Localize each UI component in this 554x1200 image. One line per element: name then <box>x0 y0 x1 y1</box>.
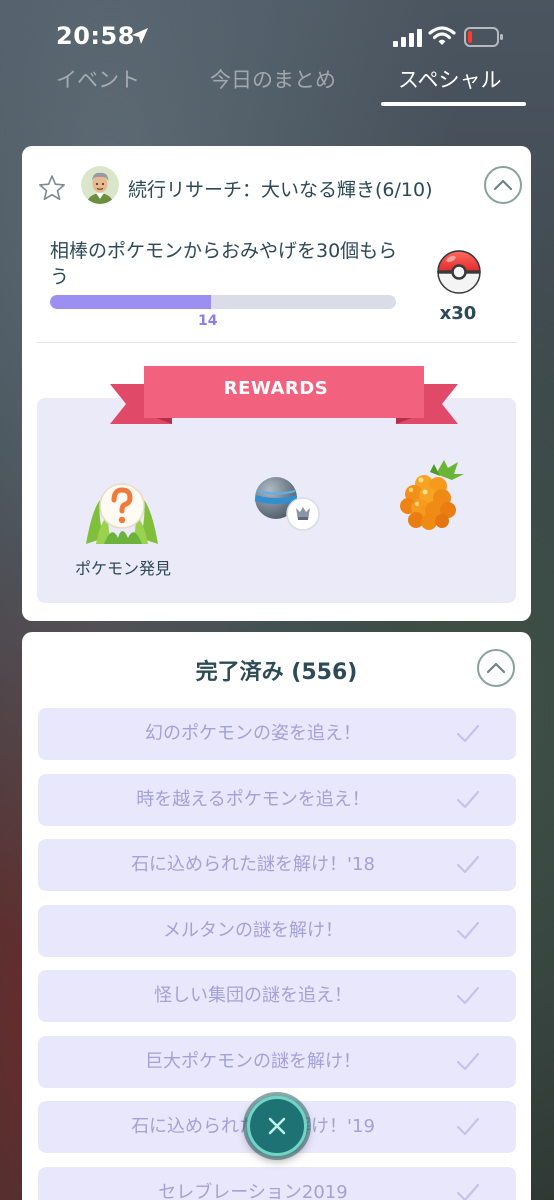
completed-research-label: メルタンの謎を解け！ <box>163 919 343 941</box>
chevron-up-icon <box>486 662 506 674</box>
rewards-banner-label: REWARDS <box>223 378 329 399</box>
great-ball-icon <box>254 477 320 531</box>
task-progress-bar <box>50 295 396 309</box>
tab-events[interactable]: イベント <box>56 64 140 94</box>
tab-today-summary[interactable]: 今日のまとめ <box>210 64 336 94</box>
checkmark-icon <box>456 724 480 743</box>
completed-research-item[interactable]: 巨大ポケモンの謎を解け！ <box>38 1035 516 1088</box>
checkmark-icon <box>456 1117 480 1136</box>
golden-razz-berry-icon <box>400 460 464 530</box>
cellular-signal-icon <box>393 29 422 47</box>
collapse-research-button[interactable] <box>484 166 522 204</box>
checkmark-icon <box>456 1183 480 1200</box>
completed-research-item[interactable]: 石に込められた謎を解け！'18 <box>38 839 516 891</box>
tab-bar: イベント 今日のまとめ スペシャル <box>0 58 554 108</box>
wifi-icon <box>428 26 456 45</box>
completed-research-label: 石に込められた謎を解け！'18 <box>131 854 375 875</box>
task-description: 相棒のポケモンからおみやげを30個もらう <box>50 240 398 288</box>
completed-research-item[interactable]: セレブレーション2019 <box>38 1166 516 1200</box>
task-reward-quantity: x30 <box>439 303 477 324</box>
checkmark-icon <box>456 790 480 808</box>
collapse-completed-button[interactable] <box>477 649 515 687</box>
status-bar: 20:58 <box>0 0 554 62</box>
completed-research-label: 怪しい集団の謎を追え！ <box>154 985 352 1006</box>
completed-research-item[interactable]: メルタンの謎を解け！ <box>38 904 516 957</box>
mystery-pokemon-encounter-icon <box>86 483 158 544</box>
reward-1-label: ポケモン発見 <box>74 559 171 578</box>
completed-title: 完了済み (556) <box>195 660 358 685</box>
close-icon <box>268 1117 286 1135</box>
research-title: 続行リサーチ：大いなる輝き(6/10) <box>128 179 433 201</box>
completed-research-label: セレブレーション2019 <box>158 1181 348 1200</box>
professor-avatar <box>81 166 119 204</box>
completed-research-item[interactable]: 怪しい集団の謎を追え！ <box>38 970 516 1022</box>
completed-research-label: 巨大ポケモンの謎を解け！ <box>145 1050 361 1072</box>
battery-low-icon <box>464 27 503 47</box>
checkmark-icon <box>456 921 480 939</box>
checkmark-icon <box>456 855 480 874</box>
task-progress-fill <box>50 295 212 309</box>
divider <box>36 342 517 343</box>
completed-research-item[interactable]: 時を越えるポケモンを追え！ <box>38 773 516 826</box>
completed-research-label: 幻のポケモンの姿を追え！ <box>145 723 361 744</box>
tab-special[interactable]: スペシャル <box>398 64 502 94</box>
chevron-up-icon <box>493 179 513 191</box>
completed-research-item[interactable]: 幻のポケモンの姿を追え！ <box>38 708 516 760</box>
poke-ball-icon <box>437 250 481 294</box>
special-research-card: 続行リサーチ：大いなる輝き(6/10) 相棒のポケモンからおみやげを30個もらう… <box>22 146 531 621</box>
checkmark-icon <box>456 1052 480 1070</box>
status-time: 20:58 <box>56 22 135 50</box>
star-icon[interactable] <box>38 174 66 202</box>
task-progress-count: 14 <box>198 313 218 329</box>
close-button[interactable] <box>247 1096 307 1156</box>
completed-research-label: 時を越えるポケモンを追え！ <box>136 788 370 810</box>
checkmark-icon <box>456 986 480 1005</box>
active-tab-indicator <box>381 102 526 106</box>
location-arrow-icon <box>132 28 148 44</box>
